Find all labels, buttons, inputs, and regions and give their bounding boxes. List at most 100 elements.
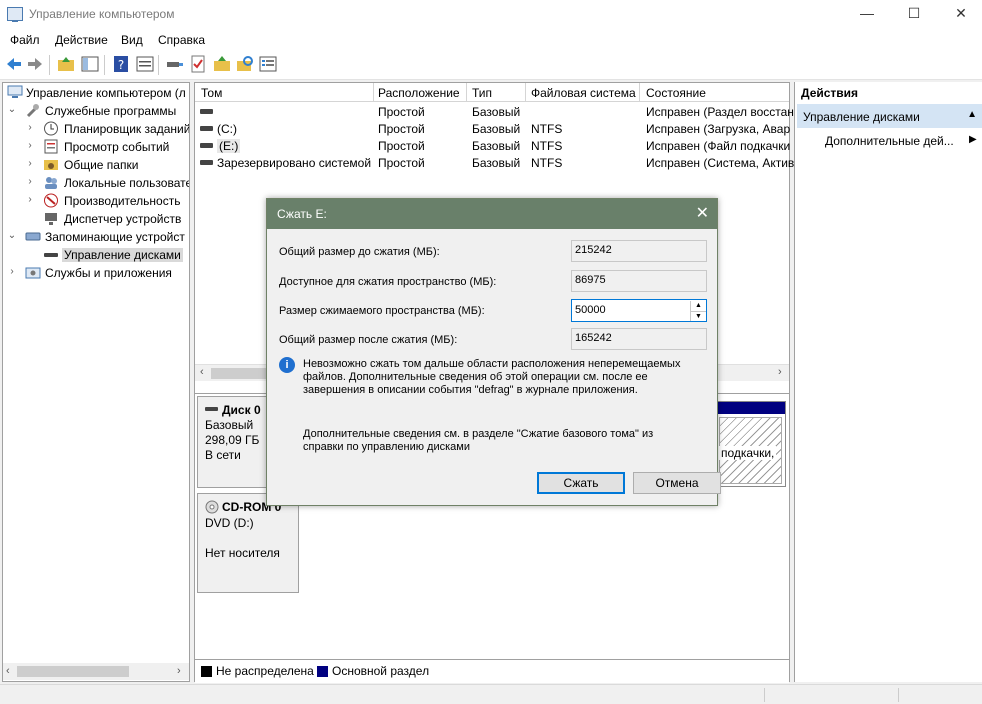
more-info-text-line: справки по управлению дисками bbox=[303, 441, 470, 453]
column-volume[interactable]: Том bbox=[201, 86, 222, 100]
tree-horizontal-scrollbar[interactable]: ‹ › bbox=[3, 663, 189, 680]
tree-item-storage[interactable]: ⌄ Запоминающие устройст bbox=[3, 228, 189, 246]
tree-item-services[interactable]: › Службы и приложения bbox=[3, 264, 189, 282]
chevron-right-icon[interactable]: › bbox=[25, 194, 35, 205]
search-folder-icon[interactable] bbox=[236, 55, 254, 73]
tree-item-task-scheduler[interactable]: › Планировщик заданий bbox=[3, 120, 189, 138]
scrollbar-thumb[interactable] bbox=[211, 368, 271, 379]
chevron-down-icon[interactable]: ⌄ bbox=[7, 230, 17, 241]
dialog-close-icon[interactable]: ✕ bbox=[696, 203, 709, 223]
info-text-line: Невозможно сжать том дальше области расп… bbox=[303, 358, 681, 370]
spin-down-icon[interactable]: ▼ bbox=[690, 311, 706, 321]
chevron-down-icon[interactable]: ⌄ bbox=[7, 104, 17, 115]
forward-arrow-icon[interactable] bbox=[26, 55, 44, 73]
shrink-button[interactable]: Сжать bbox=[537, 472, 625, 494]
cell-type: Базовый bbox=[472, 122, 521, 136]
help-icon[interactable]: ? bbox=[112, 55, 130, 73]
table-row[interactable]: Простой Базовый Исправен (Раздел восстан bbox=[195, 103, 794, 120]
more-info-text-line: Дополнительные сведения см. в разделе "С… bbox=[303, 428, 654, 440]
column-layout[interactable]: Расположение bbox=[378, 86, 460, 100]
cdrom-drive: DVD (D:) bbox=[205, 516, 254, 530]
event-log-icon bbox=[44, 139, 58, 154]
tree-item-performance[interactable]: › Производительность bbox=[3, 192, 189, 210]
title-bar: Управление компьютером — ☐ ✕ bbox=[0, 0, 982, 28]
tree-item-disk-management[interactable]: Управление дисками bbox=[3, 246, 189, 264]
menu-bar: Файл Действие Вид Справка bbox=[0, 28, 982, 50]
chevron-right-icon[interactable]: › bbox=[25, 122, 35, 133]
column-status[interactable]: Состояние bbox=[646, 86, 706, 100]
scroll-right-icon[interactable]: › bbox=[778, 366, 782, 378]
actions-section-disk-management[interactable]: Управление дисками ▲ bbox=[797, 104, 982, 128]
cell-status: Исправен (Раздел восстан bbox=[646, 105, 794, 119]
spin-up-icon[interactable]: ▲ bbox=[690, 301, 706, 311]
info-text-line: завершения в описании события "defrag" в… bbox=[303, 384, 638, 396]
tree-item-local-users[interactable]: › Локальные пользовате bbox=[3, 174, 189, 192]
import-icon[interactable] bbox=[213, 55, 231, 73]
maximize-button[interactable]: ☐ bbox=[891, 0, 937, 28]
scroll-left-icon[interactable]: ‹ bbox=[200, 366, 204, 378]
cdrom-state: Нет носителя bbox=[205, 546, 280, 560]
chevron-right-icon[interactable]: › bbox=[25, 158, 35, 169]
chevron-right-icon[interactable]: › bbox=[7, 266, 17, 277]
scrollbar-thumb[interactable] bbox=[17, 666, 129, 677]
checklist-icon[interactable] bbox=[189, 55, 207, 73]
connect-icon[interactable] bbox=[166, 55, 184, 73]
partition-e[interactable]: подкачки, bbox=[715, 401, 786, 487]
menu-view[interactable]: Вид bbox=[121, 33, 143, 47]
tree-item-device-manager[interactable]: Диспетчер устройств bbox=[3, 210, 189, 228]
cancel-button[interactable]: Отмена bbox=[633, 472, 721, 494]
up-folder-icon[interactable] bbox=[57, 55, 75, 73]
close-window-button[interactable]: ✕ bbox=[938, 0, 982, 28]
properties-icon[interactable] bbox=[259, 55, 277, 73]
disk-size: 298,09 ГБ bbox=[205, 433, 260, 447]
disk-icon bbox=[44, 253, 58, 257]
disk-icon bbox=[200, 126, 213, 131]
menu-help[interactable]: Справка bbox=[158, 33, 205, 47]
computer-management-icon bbox=[7, 85, 23, 98]
tree-item-system-tools[interactable]: ⌄ Служебные программы bbox=[3, 102, 189, 120]
table-row[interactable]: Зарезервировано системой Простой Базовый… bbox=[195, 154, 794, 171]
legend-unallocated: Не распределена bbox=[216, 664, 314, 678]
more-actions-label: Дополнительные дей... bbox=[825, 134, 954, 148]
available-value: 86975 bbox=[571, 270, 707, 292]
storage-icon bbox=[25, 232, 41, 241]
chevron-right-icon[interactable]: › bbox=[25, 140, 35, 151]
back-arrow-icon[interactable] bbox=[5, 55, 23, 73]
scroll-left-icon[interactable]: ‹ bbox=[6, 665, 10, 677]
disk-icon bbox=[200, 109, 213, 114]
more-actions-item[interactable]: Дополнительные дей... bbox=[825, 134, 954, 148]
tree-item-computer-management[interactable]: Управление компьютером (л bbox=[3, 84, 189, 102]
table-row[interactable]: (E:) Простой Базовый NTFS Исправен (Файл… bbox=[195, 137, 790, 154]
computer-management-icon bbox=[7, 7, 23, 22]
collapse-up-icon[interactable]: ▲ bbox=[967, 109, 977, 120]
tree-label: Производительность bbox=[64, 194, 181, 208]
tree-label: Просмотр событий bbox=[64, 140, 170, 154]
shrink-size-spinbox[interactable]: 50000 ▲ ▼ bbox=[571, 299, 707, 322]
scroll-right-icon[interactable]: › bbox=[177, 665, 181, 677]
tree-item-shared-folders[interactable]: › Общие папки bbox=[3, 156, 189, 174]
menu-file[interactable]: Файл bbox=[10, 33, 40, 47]
table-row[interactable]: (C:) Простой Базовый NTFS Исправен (Загр… bbox=[195, 120, 790, 137]
dialog-title: Сжать E: bbox=[277, 207, 327, 221]
shrink-size-input[interactable]: 50000 bbox=[575, 304, 606, 316]
cell-layout: Простой bbox=[378, 105, 425, 119]
cdrom0-label[interactable]: CD-ROM 0 DVD (D:) Нет носителя bbox=[197, 493, 299, 593]
chevron-right-icon[interactable]: › bbox=[25, 176, 35, 187]
tree-label: Управление компьютером (л bbox=[26, 86, 186, 100]
menu-action[interactable]: Действие bbox=[55, 33, 108, 47]
minimize-button[interactable]: — bbox=[844, 0, 890, 28]
show-hide-tree-icon[interactable] bbox=[81, 55, 99, 73]
tree-label: Общие папки bbox=[64, 158, 139, 172]
cell-layout: Простой bbox=[378, 139, 425, 153]
view-icon[interactable] bbox=[136, 55, 154, 73]
disk-icon bbox=[200, 160, 213, 165]
tree-label: Диспетчер устройств bbox=[64, 212, 182, 226]
status-bar bbox=[0, 684, 982, 704]
total-before-value: 215242 bbox=[571, 240, 707, 262]
legend: Не распределена Основной раздел bbox=[195, 659, 789, 681]
services-icon bbox=[25, 267, 41, 279]
column-type[interactable]: Тип bbox=[472, 86, 492, 100]
column-filesystem[interactable]: Файловая система bbox=[531, 86, 636, 100]
submenu-arrow-icon[interactable]: ▶ bbox=[969, 134, 977, 145]
tree-item-event-viewer[interactable]: › Просмотр событий bbox=[3, 138, 189, 156]
